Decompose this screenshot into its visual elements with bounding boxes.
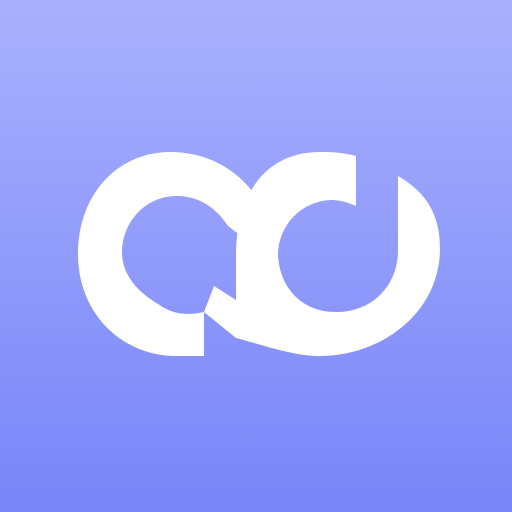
app-icon [0, 0, 512, 512]
app-icon-canvas [0, 0, 512, 512]
